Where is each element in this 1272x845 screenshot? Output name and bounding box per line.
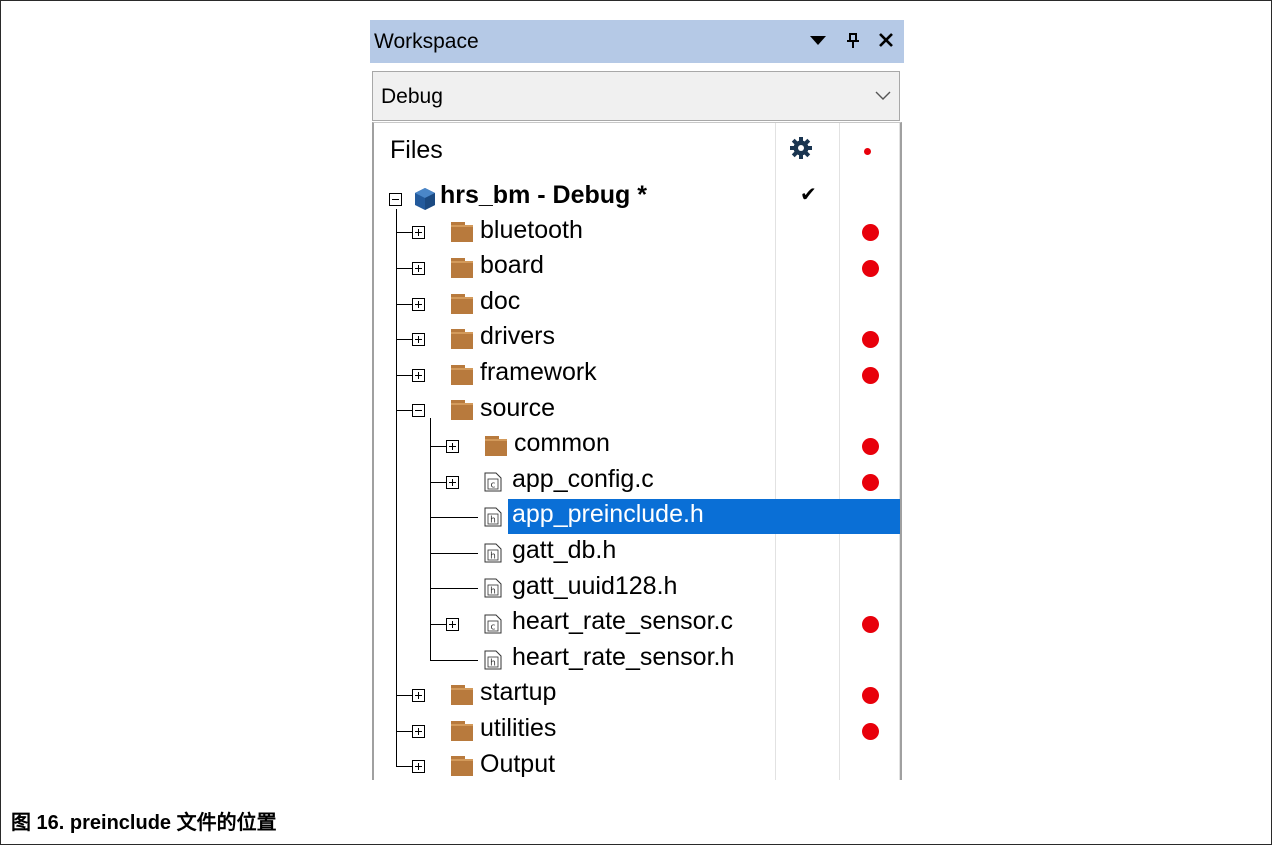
tree-item-label[interactable]: gatt_db.h — [512, 536, 616, 565]
tree-item-label[interactable]: gatt_uuid128.h — [512, 572, 677, 601]
tree-item-label[interactable]: framework — [480, 358, 597, 387]
tree-connector-line — [430, 552, 478, 554]
red-dot-icon — [862, 616, 879, 633]
svg-text:h: h — [490, 516, 496, 526]
tree-item-label[interactable]: drivers — [480, 322, 555, 351]
folder-icon — [450, 257, 474, 284]
expand-toggle-icon[interactable] — [412, 262, 425, 275]
folder-icon — [450, 399, 474, 426]
pin-icon[interactable] — [840, 25, 866, 55]
tree-item-label[interactable]: common — [514, 429, 610, 458]
project-root-label[interactable]: hrs_bm - Debug * — [440, 181, 647, 210]
tree-item-label[interactable]: app_config.c — [512, 465, 654, 494]
expand-toggle-icon[interactable] — [412, 724, 425, 738]
tree-item-label[interactable]: heart_rate_sensor.c — [512, 607, 733, 636]
files-column-header[interactable]: Files — [390, 136, 443, 165]
svg-text:c: c — [491, 623, 496, 633]
workspace-title: Workspace — [374, 30, 479, 53]
folder-icon — [450, 221, 474, 248]
expand-toggle-icon[interactable] — [446, 475, 459, 489]
column-divider — [899, 123, 900, 780]
expand-toggle-icon[interactable] — [446, 440, 459, 453]
tree-item-label[interactable]: heart_rate_sensor.h — [512, 643, 734, 672]
tree-item-label[interactable]: board — [480, 251, 544, 280]
build-status-column-icon[interactable] — [864, 148, 871, 155]
h-file-icon: h — [484, 543, 502, 568]
tree-connector-line — [430, 588, 478, 590]
expand-toggle-icon[interactable] — [412, 368, 425, 382]
tree-item-label[interactable]: app_preinclude.h — [512, 500, 704, 529]
column-divider — [839, 123, 840, 780]
column-divider — [775, 123, 776, 780]
checkmark-icon: ✔ — [800, 184, 817, 206]
tree-spine-line — [396, 208, 397, 767]
workspace-titlebar: Workspace — [370, 20, 904, 63]
tree-item-label[interactable]: utilities — [480, 714, 556, 743]
svg-text:h: h — [490, 587, 496, 597]
h-file-icon: h — [484, 507, 502, 532]
collapse-toggle-icon[interactable] — [389, 192, 402, 206]
expand-toggle-icon[interactable] — [412, 689, 425, 703]
red-dot-icon — [862, 224, 879, 242]
folder-icon — [484, 435, 508, 462]
folder-icon — [450, 364, 474, 391]
red-dot-icon — [862, 687, 879, 705]
svg-text:h: h — [490, 658, 496, 668]
folder-icon — [450, 684, 474, 711]
expand-toggle-icon[interactable] — [412, 226, 425, 240]
red-dot-icon — [862, 722, 879, 740]
red-dot-icon — [862, 366, 879, 384]
expand-toggle-icon[interactable] — [412, 760, 425, 774]
workspace-panel: Workspace Debug Files hrs_bm - Debug * ✔… — [370, 20, 904, 780]
folder-icon — [450, 720, 474, 747]
tree-item-label[interactable]: doc — [480, 287, 520, 316]
dropdown-arrow-icon[interactable] — [805, 25, 831, 55]
red-dot-icon — [862, 438, 879, 455]
tree-item-label[interactable]: Output — [480, 750, 555, 779]
figure-caption: 图 16. preinclude 文件的位置 — [11, 812, 277, 834]
project-icon — [414, 187, 436, 216]
c-file-icon: c — [484, 472, 502, 497]
tree-connector-line — [430, 517, 478, 519]
h-file-icon: h — [484, 650, 502, 675]
tree-item-label[interactable]: bluetooth — [480, 216, 583, 245]
red-dot-icon — [862, 331, 879, 349]
folder-icon — [450, 293, 474, 320]
h-file-icon: h — [484, 578, 502, 603]
tree-spine-line — [430, 418, 431, 660]
tree-item-label[interactable]: startup — [480, 678, 556, 707]
tree-header-row: Files — [374, 123, 900, 164]
svg-text:c: c — [491, 480, 496, 490]
svg-text:h: h — [490, 551, 496, 561]
c-file-icon: c — [484, 614, 502, 639]
expand-toggle-icon[interactable] — [412, 333, 425, 347]
tree-connector-line — [430, 659, 478, 661]
folder-icon — [450, 755, 474, 780]
red-dot-icon — [862, 260, 879, 277]
red-dot-icon — [862, 473, 879, 491]
chevron-down-icon — [875, 88, 891, 106]
configuration-select[interactable]: Debug — [372, 71, 900, 121]
close-icon[interactable] — [873, 25, 899, 55]
expand-toggle-icon[interactable] — [412, 297, 425, 311]
configuration-value: Debug — [381, 85, 443, 108]
folder-icon — [450, 328, 474, 355]
gear-icon[interactable] — [790, 137, 812, 164]
expand-toggle-icon[interactable] — [446, 618, 459, 631]
file-tree: Files hrs_bm - Debug * ✔ bluetooth board doc… — [372, 122, 902, 780]
collapse-toggle-icon[interactable] — [412, 404, 425, 418]
tree-item-label[interactable]: source — [480, 394, 555, 423]
